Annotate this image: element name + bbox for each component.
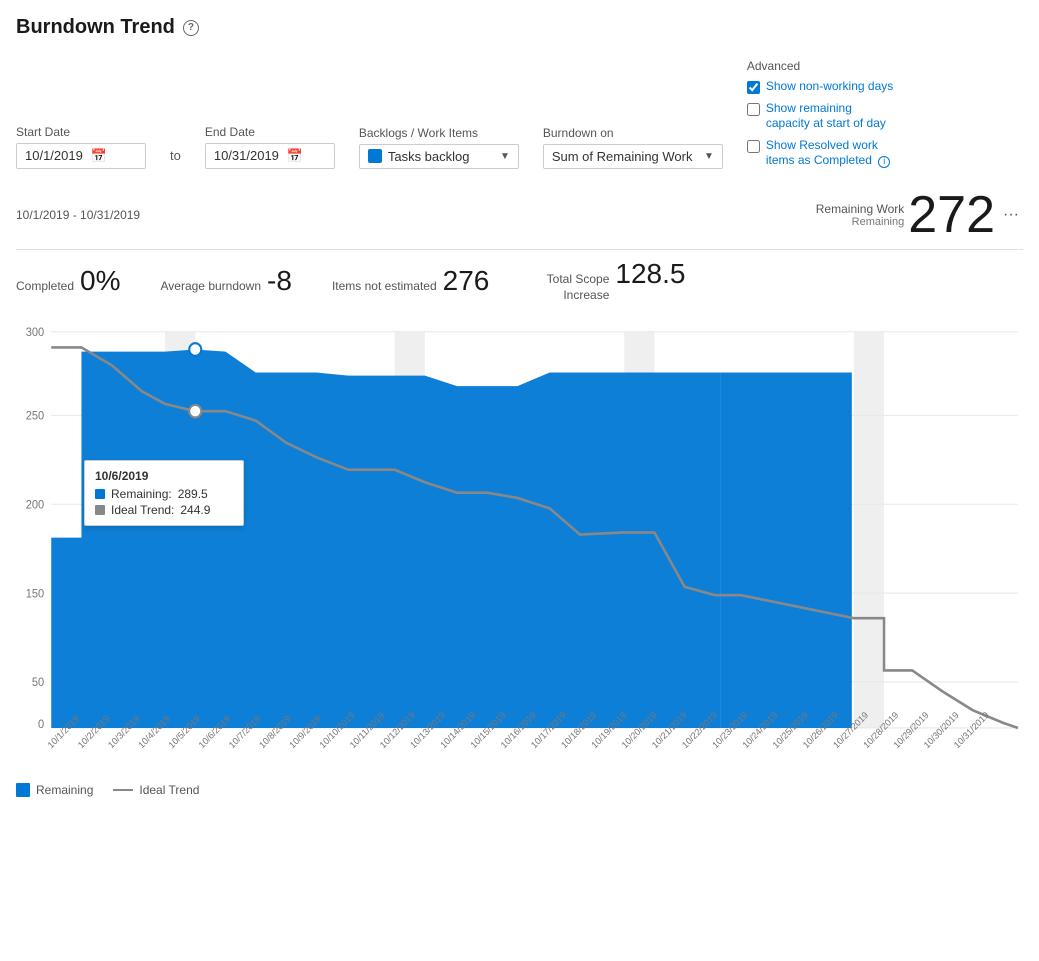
total-scope-stat: Total Scope Increase 128.5: [529, 258, 685, 303]
end-calendar-icon[interactable]: 📅: [287, 148, 326, 164]
remaining-legend-icon: [16, 783, 30, 797]
remaining-work-section: Remaining Work Remaining 272 ···: [816, 189, 1023, 241]
checkbox-row-1: Show non-working days: [747, 79, 896, 95]
end-date-value: 10/31/2019: [214, 148, 279, 163]
info-icon: i: [878, 156, 890, 168]
svg-text:300: 300: [26, 327, 44, 339]
show-resolved-label[interactable]: Show Resolved work items as Completed i: [766, 138, 896, 169]
ideal-trend-legend: Ideal Trend: [113, 783, 199, 797]
chart-tooltip: 10/6/2019 Remaining: 289.5 Ideal Trend: …: [84, 460, 244, 526]
tooltip-remaining-row: Remaining: 289.5: [95, 487, 233, 501]
chart-container: 300 250 200 150 50 0: [16, 315, 1023, 775]
avg-burndown-value: -8: [267, 265, 292, 297]
to-label: to: [170, 148, 181, 163]
controls-row: Start Date 10/1/2019 📅 to End Date 10/31…: [16, 59, 1023, 169]
items-not-estimated-value: 276: [443, 265, 490, 297]
burndown-group: Burndown on Sum of Remaining Work ▼: [543, 126, 723, 169]
remaining-work-label: Remaining Work: [816, 202, 904, 216]
completed-value: 0%: [80, 265, 120, 297]
burndown-value: Sum of Remaining Work: [552, 149, 693, 164]
svg-text:150: 150: [26, 588, 44, 600]
stats-row: Completed 0% Average burndown -8 Items n…: [16, 258, 1023, 303]
avg-burndown-label: Average burndown: [161, 279, 262, 293]
start-date-input[interactable]: 10/1/2019 📅: [16, 143, 146, 169]
date-range-bar: 10/1/2019 - 10/31/2019 Remaining Work Re…: [16, 189, 1023, 250]
show-nonworking-label[interactable]: Show non-working days: [766, 79, 893, 95]
show-nonworking-checkbox[interactable]: [747, 81, 760, 94]
remaining-sub: Remaining: [816, 216, 904, 228]
svg-text:250: 250: [26, 411, 44, 423]
start-date-group: Start Date 10/1/2019 📅: [16, 125, 146, 169]
tooltip-ideal-value: 244.9: [180, 503, 210, 517]
tooltip-ideal-row: Ideal Trend: 244.9: [95, 503, 233, 517]
ideal-trend-legend-label: Ideal Trend: [139, 783, 199, 797]
ellipsis-button[interactable]: ···: [999, 206, 1023, 224]
backlogs-dropdown[interactable]: Tasks backlog ▼: [359, 144, 519, 169]
tooltip-remaining-label: Remaining:: [111, 487, 172, 501]
show-remaining-capacity-label[interactable]: Show remaining capacity at start of day: [766, 101, 896, 132]
page-title: Burndown Trend ?: [16, 16, 1023, 39]
remaining-legend-label: Remaining: [36, 783, 93, 797]
show-remaining-capacity-checkbox[interactable]: [747, 103, 760, 116]
tooltip-remaining-value: 289.5: [178, 487, 208, 501]
burndown-dropdown[interactable]: Sum of Remaining Work ▼: [543, 144, 723, 169]
backlogs-chevron-icon: ▼: [500, 151, 510, 162]
end-date-label: End Date: [205, 125, 335, 139]
end-date-input[interactable]: 10/31/2019 📅: [205, 143, 335, 169]
date-range-text: 10/1/2019 - 10/31/2019: [16, 208, 140, 222]
checkbox-row-3: Show Resolved work items as Completed i: [747, 138, 896, 169]
title-text: Burndown Trend: [16, 16, 175, 39]
burndown-label: Burndown on: [543, 126, 723, 140]
svg-text:200: 200: [26, 499, 44, 511]
legend-row: Remaining Ideal Trend: [16, 783, 1023, 797]
start-date-value: 10/1/2019: [25, 148, 83, 163]
svg-text:50: 50: [32, 677, 44, 689]
avg-burndown-stat: Average burndown -8: [161, 265, 292, 297]
checkbox-row-2: Show remaining capacity at start of day: [747, 101, 896, 132]
help-icon[interactable]: ?: [183, 20, 199, 36]
completed-label: Completed: [16, 279, 74, 293]
items-not-estimated-label: Items not estimated: [332, 279, 437, 293]
backlogs-label: Backlogs / Work Items: [359, 126, 519, 140]
end-date-group: End Date 10/31/2019 📅: [205, 125, 335, 169]
svg-text:0: 0: [38, 719, 44, 731]
tooltip-ideal-icon: [95, 505, 105, 515]
advanced-section: Advanced Show non-working days Show rema…: [747, 59, 896, 169]
completed-stat: Completed 0%: [16, 265, 121, 297]
items-not-estimated-stat: Items not estimated 276: [332, 265, 489, 297]
total-scope-label: Total Scope Increase: [529, 272, 609, 303]
burndown-chevron-icon: ▼: [704, 151, 714, 162]
backlogs-value: Tasks backlog: [388, 149, 470, 164]
tooltip-ideal-label: Ideal Trend:: [111, 503, 174, 517]
calendar-icon[interactable]: 📅: [91, 148, 137, 164]
tooltip-remaining-icon: [95, 489, 105, 499]
start-date-label: Start Date: [16, 125, 146, 139]
backlogs-group: Backlogs / Work Items Tasks backlog ▼: [359, 126, 519, 169]
burndown-chart: 300 250 200 150 50 0: [16, 315, 1023, 775]
show-resolved-checkbox[interactable]: [747, 140, 760, 153]
total-scope-value: 128.5: [615, 258, 685, 290]
backlog-icon: [368, 149, 382, 163]
remaining-legend: Remaining: [16, 783, 93, 797]
advanced-label: Advanced: [747, 59, 896, 73]
remaining-value: 272: [908, 189, 995, 241]
tooltip-date: 10/6/2019: [95, 469, 233, 483]
ideal-trend-legend-icon: [113, 789, 133, 791]
